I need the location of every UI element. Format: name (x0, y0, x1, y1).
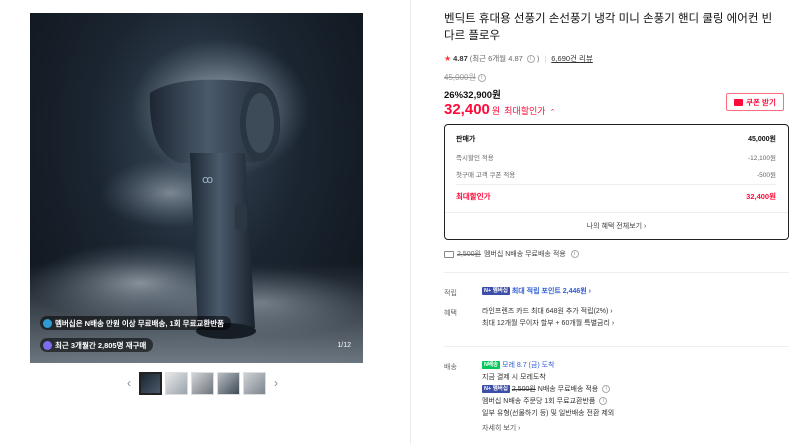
delivery-return-text: 멤버십 N배송 주문당 1회 무료교환반품 (482, 398, 596, 405)
discount-value: -12,100원 (747, 155, 776, 162)
points-label: 적립 (444, 290, 457, 297)
divider (444, 272, 789, 273)
repurchase-icon (43, 340, 52, 350)
delivery-label: 배송 (444, 364, 457, 371)
total-label: 최대할인가 (456, 192, 491, 201)
rating-recent: (최근 6개월 4.87 (469, 54, 523, 63)
coupon-button[interactable]: 쿠폰 받기 (726, 93, 784, 111)
product-logo-mark: ꝏ (202, 174, 214, 186)
thumbnail-prev-arrow[interactable]: ‹ (122, 371, 136, 395)
membership-badge: 멤버십은 N배송 만원 이상 무료배송, 1회 무료교환반품 (40, 316, 232, 330)
rating-row: ★ 4.87 (최근 6개월 4.87 i ) | 6,690건 리뷰 (444, 53, 593, 64)
original-price: 45,000원 (444, 73, 476, 82)
installment-benefit-link[interactable]: 최대 12개월 무이자 할부 + 60개월 특별금리 › (482, 318, 614, 330)
thumbnail-1[interactable] (139, 371, 162, 395)
info-icon[interactable]: i (477, 73, 486, 82)
original-price-row: 45,000원 i (444, 72, 486, 83)
n-delivery-badge: N배송 (482, 361, 501, 370)
max-price-label: 최대할인가 (504, 106, 546, 116)
price-breakdown-header: 판매가 45,000원 (456, 134, 776, 144)
repurchase-badge-text: 최근 3개월간 2,805명 재구매 (55, 340, 147, 350)
delivery-free-text: N배송 무료배송 적용 (537, 386, 599, 393)
discount-label: 즉시할인 적용 (456, 155, 494, 162)
rating-recent-close: ) (536, 54, 540, 63)
thumbnail-strip: ‹ › (122, 371, 283, 395)
delivery-eta: 모레 8.7 (금) 도착 (502, 362, 555, 369)
info-icon[interactable]: i (570, 250, 579, 258)
shipping-text: 멤버십 N배송 무료배송 적용 (483, 251, 566, 258)
chevron-up-icon[interactable]: ⌃ (550, 108, 556, 116)
thumbnail-5[interactable] (243, 371, 266, 395)
delivery-row: N배송 모레 8.7 (금) 도착 지금 결제 시 모레도착 N+ 멤버십 2,… (482, 360, 614, 435)
coupon-button-label: 쿠폰 받기 (746, 97, 776, 107)
view-all-benefits-link[interactable]: 나의 혜택 전체보기 › (445, 221, 788, 231)
discount-price: 26%32,900원 (444, 90, 501, 101)
main-product-image[interactable]: ꝏ 멤버십은 N배송 만원 이상 무료배송, 1회 무료교환반품 최근 3개월간… (30, 13, 363, 363)
max-price-currency: 원 (491, 106, 501, 116)
sale-price-label: 판매가 (456, 136, 476, 143)
price-breakdown-total: 최대할인가 32,400원 (456, 191, 776, 202)
info-icon[interactable]: i (599, 397, 608, 406)
card-benefit-link[interactable]: 라인프렌즈 카드 최대 648원 추가 적립(2%) › (482, 306, 614, 318)
max-price-row[interactable]: 32,400 원 최대할인가 ⌃ (444, 101, 555, 118)
coupon-discount-label: 첫구매 고객 쿠폰 적용 (456, 172, 516, 179)
delivery-more-link[interactable]: 자세히 보기 › (482, 423, 614, 435)
sale-price-value: 45,000원 (748, 136, 776, 143)
delivery-original-fee: 2,500원 (511, 386, 536, 393)
price-breakdown-box: 판매가 45,000원 즉시할인 적용 -12,100원 첫구매 고객 쿠폰 적… (444, 124, 789, 240)
star-icon: ★ (444, 54, 452, 63)
rating-separator: | (544, 54, 547, 63)
npay-membership-badge: N+ 멤버십 (482, 385, 510, 394)
delivery-exclusion-text: 일부 유형(선물하기 등) 및 일반배송 전환 제외 (482, 410, 615, 417)
repurchase-badge: 최근 3개월간 2,805명 재구매 (40, 338, 154, 352)
divider (456, 184, 776, 185)
product-photo (30, 38, 363, 363)
product-title: 벤딕트 휴대용 선풍기 손선풍기 냉각 미니 손풍기 핸디 쿨링 에어컨 빈다르… (444, 13, 773, 42)
truck-icon (444, 250, 454, 258)
divider (444, 346, 789, 347)
total-value: 32,400원 (746, 192, 776, 201)
shipping-original-fee: 2,500원 (457, 251, 481, 258)
membership-badge-text: 멤버십은 N배송 만원 이상 무료배송, 1회 무료교환반품 (55, 318, 225, 328)
max-price-amount: 32,400 (444, 101, 490, 118)
divider (445, 212, 788, 213)
review-count-link[interactable]: 6,690건 리뷰 (551, 53, 593, 64)
image-page-indicator: 1/12 (337, 342, 351, 349)
benefit-label: 혜택 (444, 310, 457, 317)
thumbnail-4[interactable] (217, 371, 240, 395)
info-icon[interactable]: i (602, 385, 611, 394)
thumbnail-next-arrow[interactable]: › (269, 371, 283, 395)
thumbnail-3[interactable] (191, 371, 214, 395)
points-row: N+ 멤버십 최대 적립 포인트 2,446원 › (482, 286, 591, 298)
column-divider (410, 0, 411, 444)
price-breakdown-row: 즉시할인 적용 -12,100원 (456, 152, 776, 162)
thumbnail-2[interactable] (165, 371, 188, 395)
max-points-link[interactable]: 최대 적립 포인트 2,446원 › (512, 288, 591, 295)
membership-icon (43, 318, 52, 328)
benefit-row: 라인프렌즈 카드 최대 648원 추가 적립(2%) › 최대 12개월 무이자… (482, 306, 614, 330)
delivery-note: 지금 결제 시 모레도착 (482, 374, 546, 381)
npay-membership-badge: N+ 멤버십 (482, 287, 510, 296)
coupon-discount-value: -500원 (757, 172, 776, 179)
shipping-row: 2,500원 멤버십 N배송 무료배송 적용 i (444, 249, 579, 259)
rating-score: 4.87 (453, 54, 468, 63)
info-icon[interactable]: i (526, 54, 535, 63)
price-breakdown-row: 첫구매 고객 쿠폰 적용 -500원 (456, 169, 776, 179)
coupon-icon (734, 98, 744, 106)
